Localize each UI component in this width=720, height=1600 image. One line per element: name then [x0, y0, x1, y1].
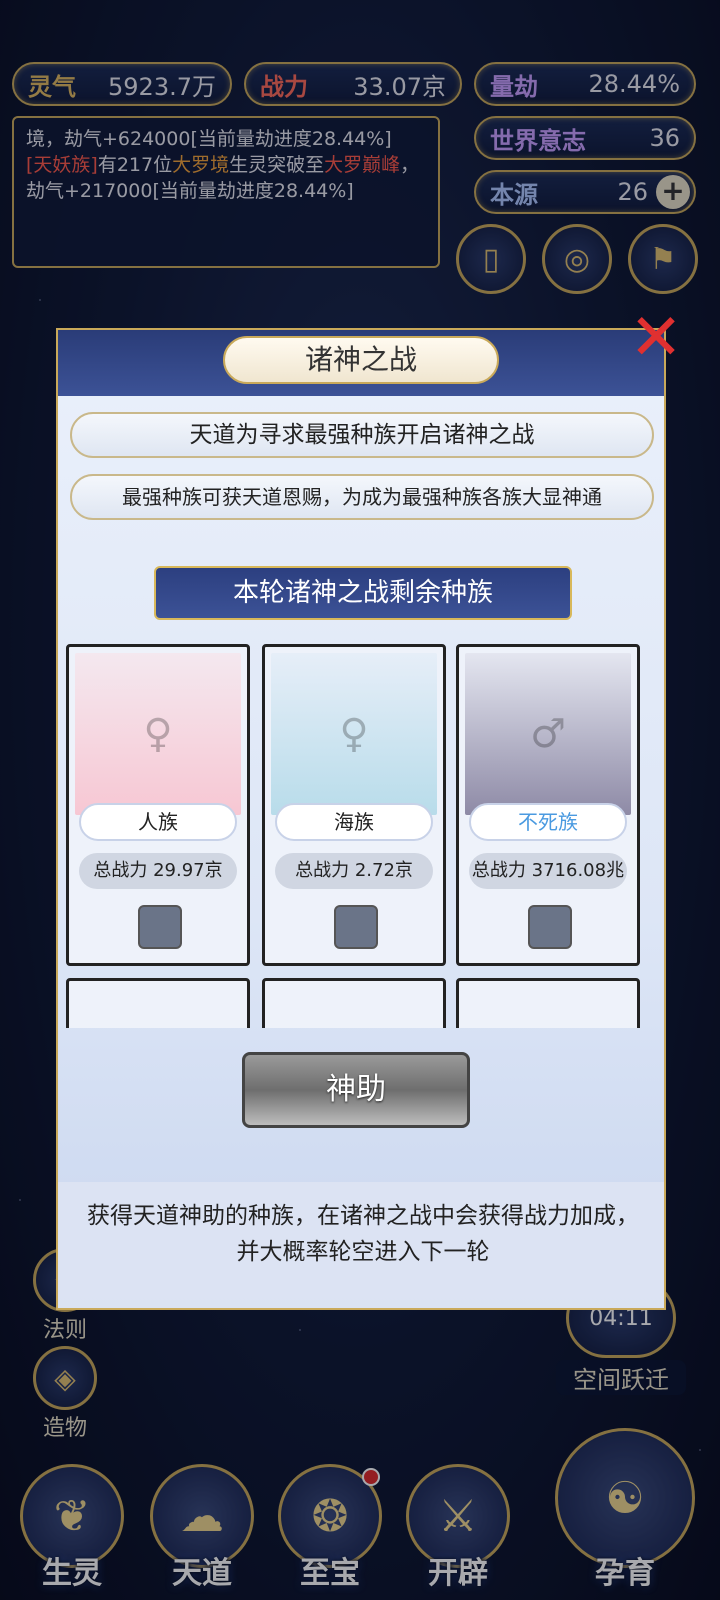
race-card-human[interactable]: ♀ 人族 总战力 29.97京 [66, 644, 250, 966]
race-card-partial[interactable] [66, 978, 250, 1028]
race-name: 不死族 [469, 803, 627, 841]
select-checkbox[interactable] [138, 905, 182, 949]
race-name: 人族 [79, 803, 237, 841]
race-card-list[interactable]: ♀ 人族 总战力 29.97京 ♀ 海族 总战力 2.72京 ♂ 不死族 总战力… [66, 644, 660, 1028]
race-card-undead[interactable]: ♂ 不死族 总战力 3716.08兆 [456, 644, 640, 966]
divine-help-button[interactable]: 神助 [242, 1052, 470, 1128]
sea-portrait: ♀ [271, 653, 437, 815]
intro-line-1: 天道为寻求最强种族开启诸神之战 [70, 412, 654, 458]
select-checkbox[interactable] [528, 905, 572, 949]
gods-war-modal: 诸神之战 天道为寻求最强种族开启诸神之战 最强种族可获天道恩赐，为成为最强种族各… [56, 328, 666, 1310]
race-card-partial[interactable] [262, 978, 446, 1028]
select-checkbox[interactable] [334, 905, 378, 949]
intro-line-2: 最强种族可获天道恩赐，为成为最强种族各族大显神通 [70, 474, 654, 520]
help-description: 获得天道神助的种族，在诸神之战中会获得战力加成，并大概率轮空进入下一轮 [58, 1182, 664, 1308]
section-banner: 本轮诸神之战剩余种族 [154, 566, 572, 620]
race-name: 海族 [275, 803, 433, 841]
modal-title: 诸神之战 [223, 336, 499, 384]
human-portrait: ♀ [75, 653, 241, 815]
close-icon[interactable]: ✕ [624, 306, 688, 370]
race-power: 总战力 3716.08兆 [469, 853, 627, 889]
race-card-partial[interactable] [456, 978, 640, 1028]
race-power: 总战力 2.72京 [275, 853, 433, 889]
modal-header: 诸神之战 [58, 330, 664, 396]
race-power: 总战力 29.97京 [79, 853, 237, 889]
undead-portrait: ♂ [465, 653, 631, 815]
race-card-sea[interactable]: ♀ 海族 总战力 2.72京 [262, 644, 446, 966]
